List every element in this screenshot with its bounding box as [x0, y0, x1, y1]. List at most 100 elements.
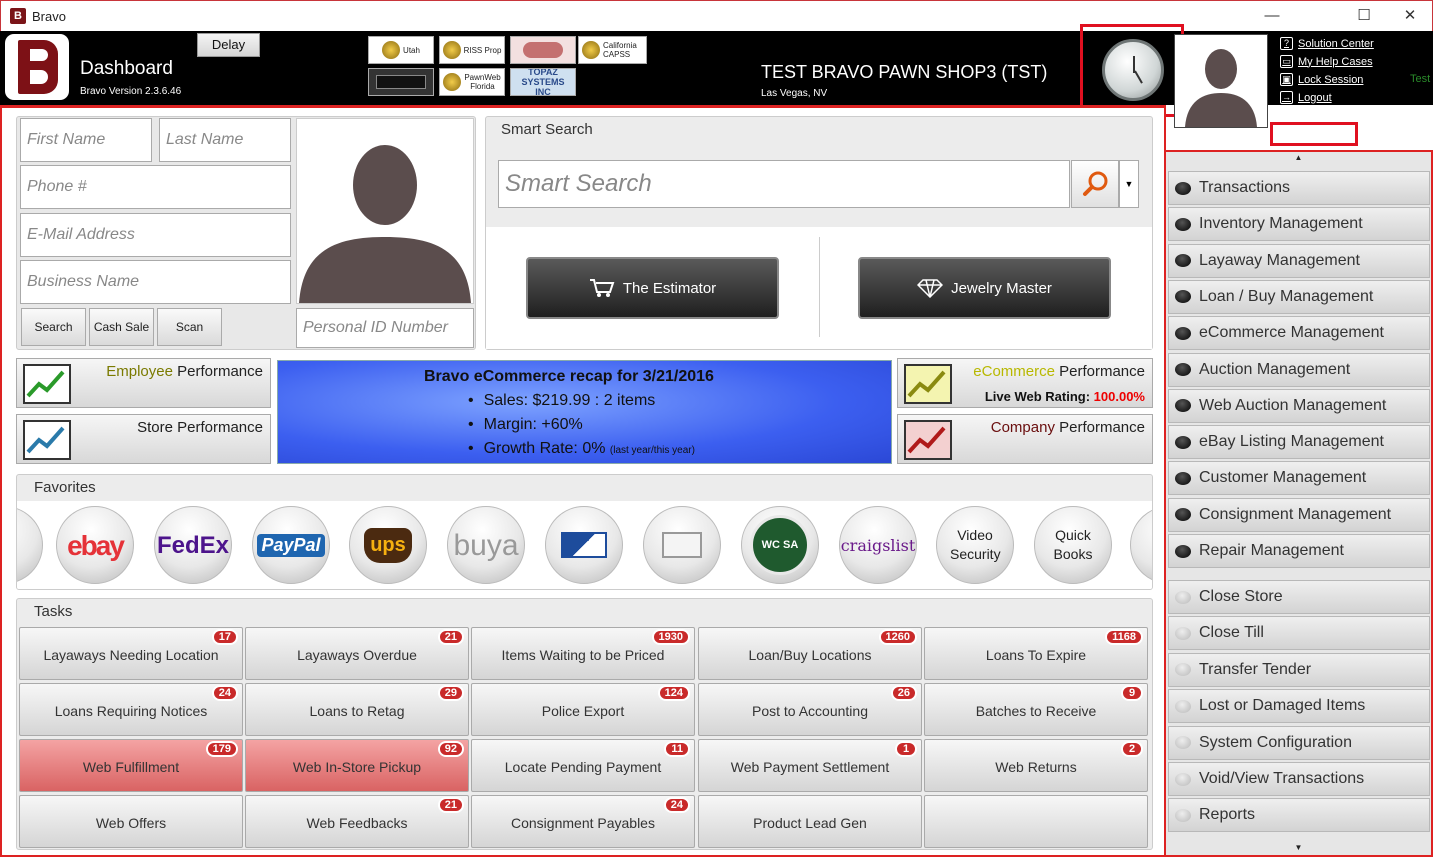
email-field[interactable]: E-Mail Address	[20, 213, 291, 257]
nav-item[interactable]: Layaway Management	[1168, 243, 1430, 278]
task-tile[interactable]	[924, 795, 1148, 848]
nav-item[interactable]: Repair Management	[1168, 534, 1430, 568]
smart-search-button[interactable]	[1071, 160, 1119, 208]
utah-badge[interactable]: Utah	[368, 36, 434, 64]
fingerprint-badge[interactable]	[510, 36, 576, 64]
task-tile[interactable]: Web Offers	[19, 795, 243, 848]
fav-ups[interactable]: ups	[349, 506, 427, 584]
task-tile[interactable]: Web Returns 2	[924, 739, 1148, 792]
store-performance-tile[interactable]: Store Performance	[16, 414, 271, 464]
lock-session-link[interactable]: ▣ Lock Session	[1280, 73, 1363, 86]
task-tile[interactable]: Product Lead Gen	[698, 795, 922, 848]
chevron-down-icon[interactable]: ▼	[1119, 160, 1139, 208]
logout-link[interactable]: → Logout	[1280, 91, 1332, 104]
nav-action[interactable]: Reports	[1168, 798, 1430, 833]
bullet-icon	[1175, 435, 1191, 449]
ecommerce-performance-tile[interactable]: eCommerce Performance Live Web Rating: 1…	[897, 358, 1153, 408]
favorites-strip: ebay FedEx PayPal ups buya WC SA craigsl…	[17, 501, 1152, 589]
task-tile[interactable]: Web Payment Settlement 1	[698, 739, 922, 792]
personal-id-field[interactable]: Personal ID Number	[296, 308, 474, 348]
fav-buya[interactable]: buya	[447, 506, 525, 584]
last-name-field[interactable]: Last Name	[159, 118, 291, 162]
estimator-button[interactable]: The Estimator	[526, 257, 779, 319]
minimize-button[interactable]: —	[1249, 1, 1295, 31]
task-label: Web Offers	[95, 815, 167, 831]
company-performance-tile[interactable]: Company Performance	[897, 414, 1153, 464]
fav-email[interactable]	[643, 506, 721, 584]
nav-item[interactable]: eCommerce Management	[1168, 316, 1430, 351]
fav-usps[interactable]	[545, 506, 623, 584]
task-tile[interactable]: Web Feedbacks 21	[245, 795, 469, 848]
scanner-badge[interactable]	[368, 68, 434, 96]
close-button[interactable]: ✕	[1387, 1, 1433, 31]
customer-photo[interactable]	[296, 118, 474, 304]
fav-craigslist[interactable]: craigslist	[839, 506, 917, 584]
nav-item[interactable]: eBay Listing Management	[1168, 425, 1430, 460]
task-tile[interactable]: Consignment Payables 24	[471, 795, 695, 848]
maximize-button[interactable]: ☐	[1341, 1, 1387, 31]
help-cases-link[interactable]: ▭ My Help Cases	[1280, 55, 1373, 68]
task-tile[interactable]: Police Export 124	[471, 683, 695, 736]
nav-item[interactable]: Loan / Buy Management	[1168, 279, 1430, 314]
solution-center-link[interactable]: ? Solution Center	[1280, 37, 1374, 50]
task-tile[interactable]: Loans To Expire 1168	[924, 627, 1148, 680]
nav-item[interactable]: Consignment Management	[1168, 497, 1430, 532]
nav-action[interactable]: Lost or Damaged Items	[1168, 689, 1430, 724]
california-badge[interactable]: California CAPSS	[578, 36, 647, 64]
ecommerce-recap-banner[interactable]: Bravo eCommerce recap for 3/21/2016 Sale…	[277, 360, 892, 464]
nav-action[interactable]: System Configuration	[1168, 725, 1430, 760]
clock-highlight	[1080, 24, 1184, 117]
chart-up-icon	[904, 364, 952, 404]
business-name-field[interactable]: Business Name	[20, 260, 291, 304]
scan-button[interactable]: Scan	[157, 308, 222, 346]
nav-action[interactable]: Close Till	[1168, 616, 1430, 651]
task-tile[interactable]: Loans to Retag 29	[245, 683, 469, 736]
task-tile[interactable]: Layaways Needing Location 17	[19, 627, 243, 680]
task-tile[interactable]: Layaways Overdue 21	[245, 627, 469, 680]
fav-wcsa[interactable]: WC SA	[741, 506, 819, 584]
task-label: Web Fulfillment	[82, 759, 180, 775]
fav-fedex[interactable]: FedEx	[154, 506, 232, 584]
task-tile[interactable]: Post to Accounting 26	[698, 683, 922, 736]
fav-partial-right[interactable]	[1130, 506, 1152, 584]
nav-action[interactable]: Close Store	[1168, 580, 1430, 614]
scroll-up-icon[interactable]: ▲	[1166, 152, 1431, 166]
task-tile[interactable]: Batches to Receive 9	[924, 683, 1148, 736]
phone-field[interactable]: Phone #	[20, 165, 291, 209]
task-tile[interactable]: Loans Requiring Notices 24	[19, 683, 243, 736]
fav-video-security[interactable]: Video Security	[936, 506, 1014, 584]
first-name-field[interactable]: First Name	[20, 118, 152, 162]
search-button[interactable]: Search	[21, 308, 86, 346]
task-tile[interactable]: Loan/Buy Locations 1260	[698, 627, 922, 680]
nav-item[interactable]: Web Auction Management	[1168, 388, 1430, 423]
topaz-badge[interactable]: TOPAZ SYSTEMS INC	[510, 68, 576, 96]
fav-ebay[interactable]: ebay	[56, 506, 134, 584]
nav-item[interactable]: Transactions	[1168, 171, 1430, 205]
task-tile[interactable]: Items Waiting to be Priced 1930	[471, 627, 695, 680]
jewelry-master-button[interactable]: Jewelry Master	[858, 257, 1111, 319]
cash-sale-button[interactable]: Cash Sale	[89, 308, 154, 346]
nav-item[interactable]: Auction Management	[1168, 352, 1430, 387]
nav-action[interactable]: Void/View Transactions	[1168, 762, 1430, 796]
employee-performance-tile[interactable]: Employee Performance	[16, 358, 271, 408]
nav-action[interactable]: Transfer Tender	[1168, 652, 1430, 687]
fav-partial-left[interactable]	[17, 506, 43, 584]
nav-item[interactable]: Inventory Management	[1168, 207, 1430, 242]
task-label: Web Payment Settlement	[730, 759, 890, 775]
task-tile[interactable]: Web Fulfillment 179	[19, 739, 243, 792]
nav-item[interactable]: Customer Management	[1168, 461, 1430, 496]
task-tile[interactable]: Web In-Store Pickup 92	[245, 739, 469, 792]
delay-button[interactable]: Delay	[197, 33, 260, 57]
scroll-down-icon[interactable]: ▼	[1166, 842, 1431, 856]
task-tile[interactable]: Locate Pending Payment 11	[471, 739, 695, 792]
smart-search-input[interactable]: Smart Search	[498, 160, 1070, 208]
performance-label: Performance	[1059, 363, 1145, 380]
fav-paypal[interactable]: PayPal	[252, 506, 330, 584]
navigation-sidebar: ▲ Transactions Inventory Management Layawa…	[1164, 150, 1433, 857]
clock-icon[interactable]	[1102, 39, 1164, 101]
fav-quick-books[interactable]: Quick Books	[1034, 506, 1112, 584]
time-clock-link[interactable]: ◷ Time Clock	[1280, 128, 1353, 141]
pawnweb-badge[interactable]: PawnWeb Florida	[439, 68, 505, 96]
riss-badge[interactable]: RISS Prop	[439, 36, 505, 64]
change-password-link[interactable]: ⚷ Change Password	[1280, 109, 1388, 122]
